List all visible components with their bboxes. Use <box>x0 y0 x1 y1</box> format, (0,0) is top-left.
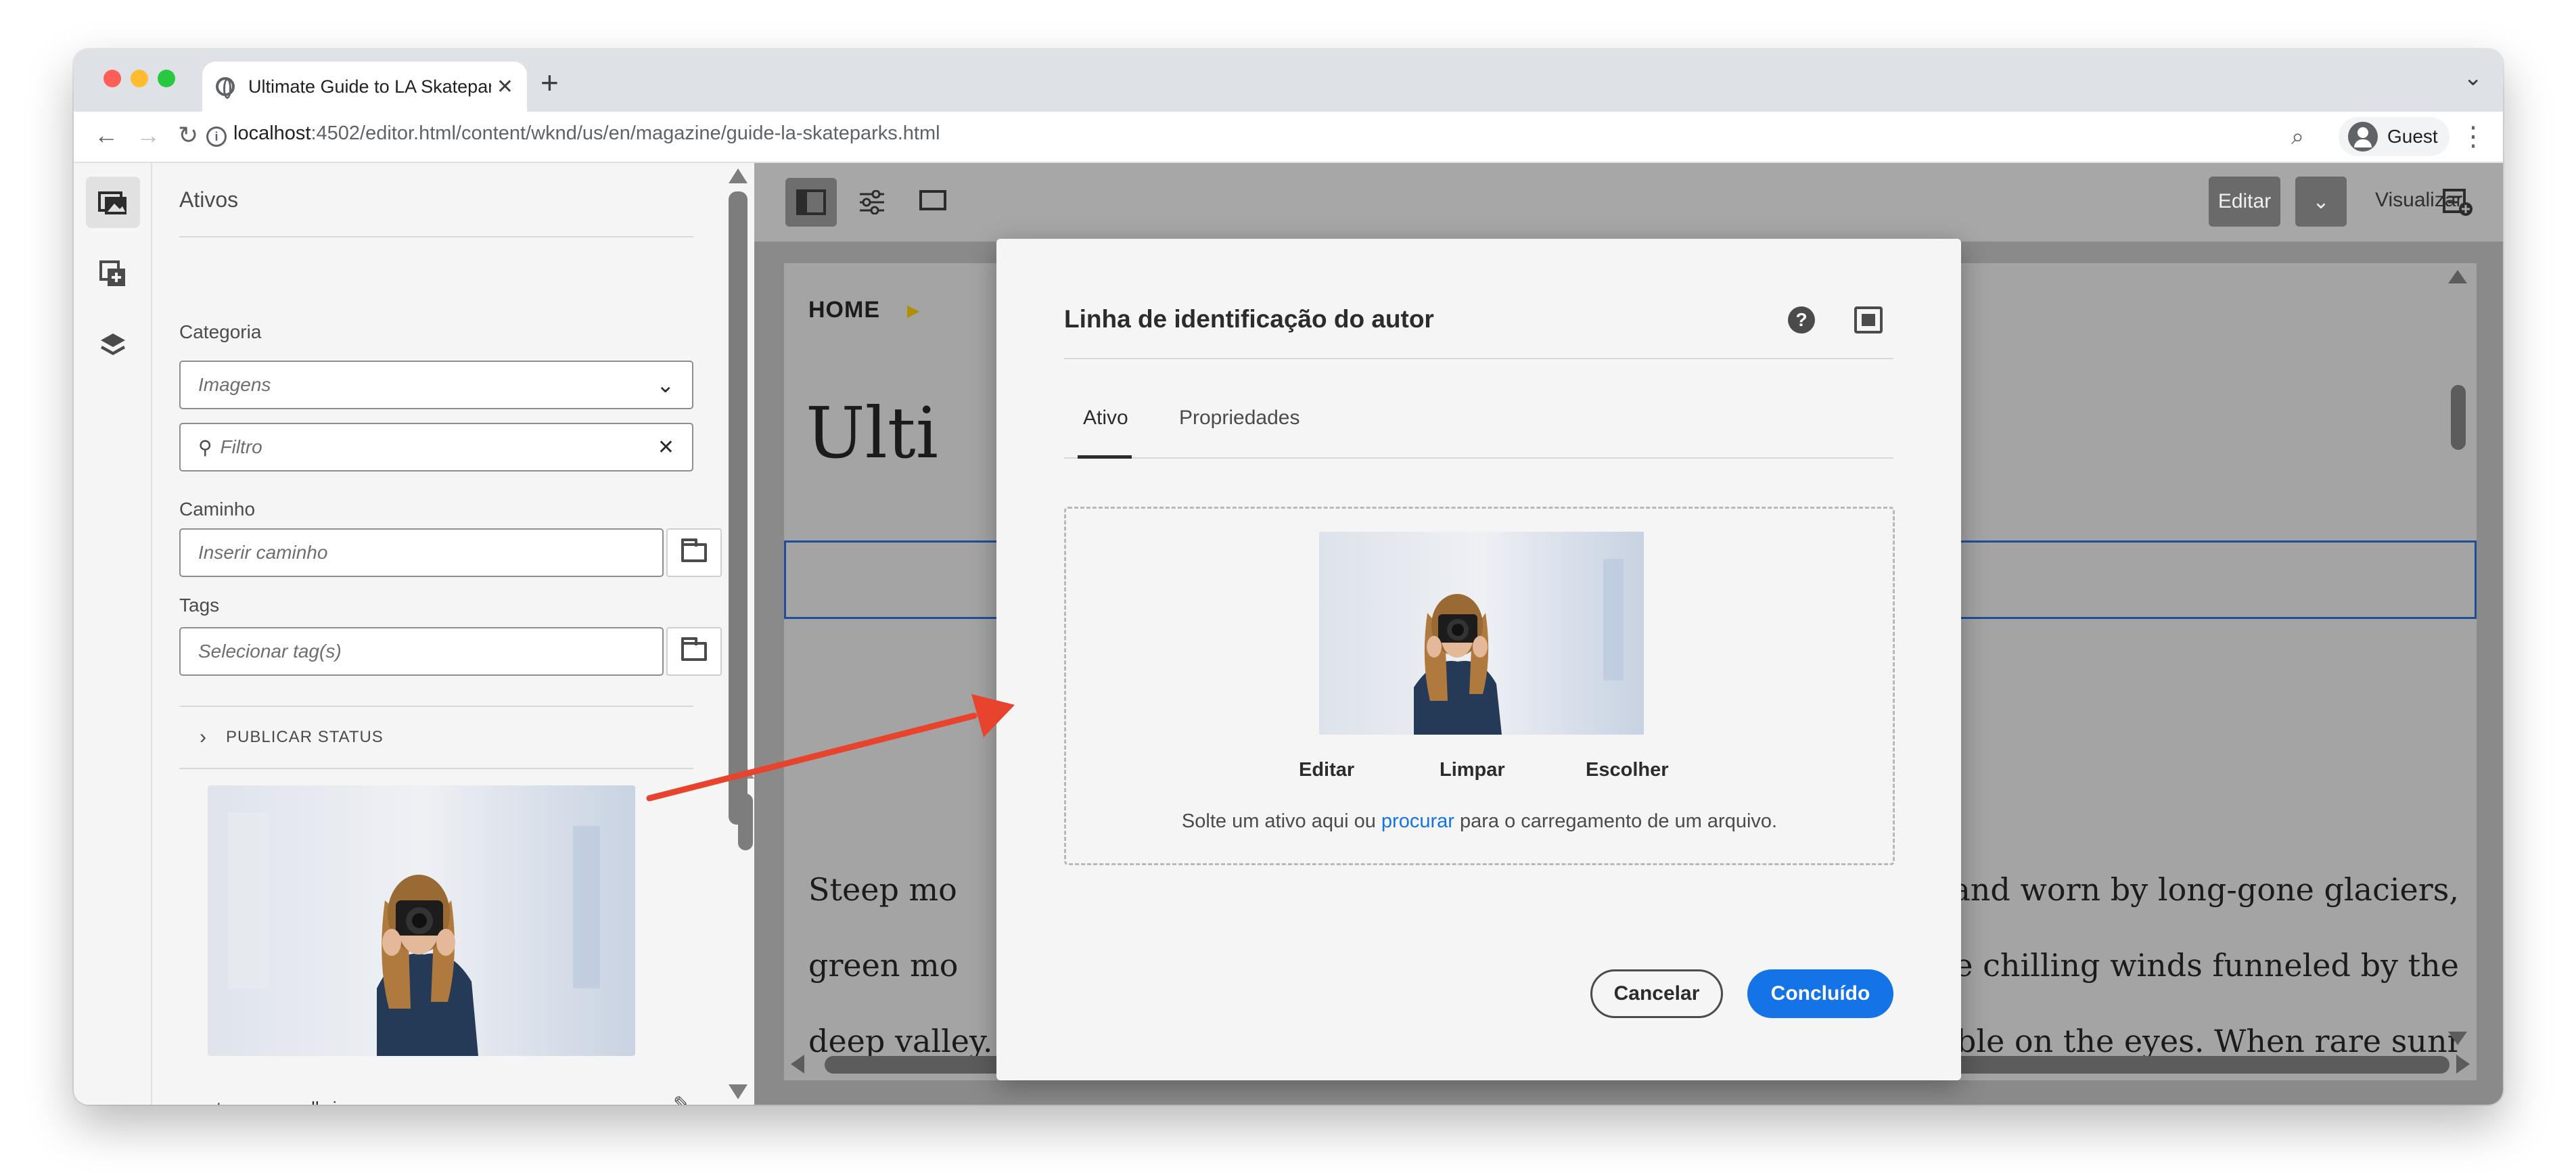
path-input[interactable]: Inserir caminho <box>179 528 664 577</box>
chevron-down-icon: ⌄ <box>656 373 674 397</box>
annotations-icon[interactable] <box>2443 187 2474 221</box>
clear-asset-button[interactable]: Limpar <box>1440 759 1505 781</box>
clear-icon[interactable]: ✕ <box>658 436 674 459</box>
publish-status-label: PUBLICAR STATUS <box>226 728 384 746</box>
divider <box>1064 358 1893 359</box>
editor-toolbar: Editar ⌄ Visualizar <box>754 163 2503 242</box>
edit-mode-button[interactable]: Editar <box>2209 177 2280 227</box>
tab-close-icon[interactable]: ✕ <box>497 75 513 99</box>
folder-icon <box>681 538 707 562</box>
url-host: localhost <box>233 122 311 144</box>
tab-title: Ultimate Guide to LA Skateparks <box>248 76 491 97</box>
drop-text-before: Solte um ativo aqui ou <box>1181 810 1381 832</box>
globe-icon <box>216 77 235 99</box>
dropzone-instructions: Solte um ativo aqui ou procurar para o c… <box>1066 810 1893 833</box>
minimize-window-button[interactable] <box>131 70 148 87</box>
assets-icon[interactable] <box>86 177 140 228</box>
choose-asset-button[interactable]: Escolher <box>1586 759 1669 781</box>
drop-text-after: para o carregamento de um arquivo. <box>1454 810 1778 832</box>
tab-strip: Ultimate Guide to LA Skateparks ✕ + ⌄ <box>74 49 2503 112</box>
search-icon: ⚲ <box>198 436 212 458</box>
breadcrumb[interactable]: HOME <box>808 297 880 323</box>
page-title: Ulti <box>806 392 938 474</box>
author-byline-dialog: Linha de identificação do autor ? Ativo … <box>996 239 1961 1080</box>
active-tab-indicator <box>1078 455 1132 459</box>
breadcrumb-arrow-icon: ▶ <box>907 302 920 320</box>
path-placeholder: Inserir caminho <box>198 542 328 563</box>
maximize-window-button[interactable] <box>158 70 175 87</box>
category-select[interactable]: Imagens ⌄ <box>179 361 693 409</box>
forward-icon[interactable]: → <box>136 121 160 150</box>
path-browse-button[interactable] <box>666 528 722 577</box>
more-menu-icon[interactable]: ⋮ <box>2460 121 2487 152</box>
site-info-icon[interactable]: i <box>206 127 227 147</box>
page-properties-icon[interactable] <box>846 178 898 227</box>
canvas-vertical-scrollbar[interactable] <box>2451 385 2466 450</box>
toggle-side-panel-button[interactable] <box>785 178 837 227</box>
tags-browse-button[interactable] <box>666 627 722 676</box>
dialog-title: Linha de identificação do autor <box>1064 305 1434 333</box>
tab-ativo[interactable]: Ativo <box>1083 407 1128 430</box>
fullscreen-icon[interactable] <box>1854 306 1883 334</box>
publish-status-toggle[interactable]: › PUBLICAR STATUS <box>179 706 693 769</box>
side-rail <box>74 163 152 1105</box>
profile-label: Guest <box>2387 126 2438 147</box>
layers-icon[interactable] <box>86 319 140 370</box>
reload-icon[interactable]: ↻ <box>178 121 198 150</box>
scroll-left-arrow[interactable] <box>791 1055 804 1074</box>
folder-icon <box>681 637 707 661</box>
category-label: Categoria <box>179 321 262 342</box>
filter-input[interactable]: ⚲ Filtro ✕ <box>179 423 693 472</box>
divider <box>1064 457 1893 459</box>
close-window-button[interactable] <box>104 70 121 87</box>
browse-link[interactable]: procurar <box>1381 810 1454 832</box>
url-field[interactable]: localhost:4502/editor.html/content/wknd/… <box>233 122 940 145</box>
address-bar: ← → ↻ i localhost:4502/editor.html/conte… <box>74 112 2503 163</box>
panel-scroll-down-arrow[interactable] <box>729 1084 748 1099</box>
edit-pencil-icon[interactable]: ✎ <box>673 1092 690 1105</box>
tags-label: Tags <box>179 595 220 616</box>
edit-asset-button[interactable]: Editar <box>1299 759 1354 781</box>
canvas-scroll-up-arrow[interactable] <box>2448 270 2467 283</box>
back-icon[interactable]: ← <box>94 121 118 150</box>
tab-propriedades[interactable]: Propriedades <box>1179 407 1300 430</box>
article-line-start: Steep mo <box>808 871 957 908</box>
components-icon[interactable] <box>86 248 140 300</box>
category-value: Imagens <box>198 374 271 395</box>
path-label: Caminho <box>179 499 256 520</box>
mode-dropdown-button[interactable]: ⌄ <box>2295 177 2347 227</box>
cancel-button[interactable]: Cancelar <box>1590 969 1723 1018</box>
profile-button[interactable]: Guest <box>2339 117 2450 156</box>
asset-preview-image <box>1319 532 1644 735</box>
done-button[interactable]: Concluído <box>1747 969 1893 1018</box>
article-line-start: green mo <box>808 947 959 984</box>
filter-placeholder: Filtro <box>220 436 262 457</box>
assets-panel: Ativos Categoria Imagens ⌄ ⚲ Filtro ✕ Ca… <box>152 163 754 1105</box>
asset-dropzone[interactable]: Editar Limpar Escolher Solte um ativo aq… <box>1064 507 1895 865</box>
tab-search-chevron-icon[interactable]: ⌄ <box>2464 64 2483 91</box>
divider <box>179 236 693 237</box>
panel-scroll-up-arrow[interactable] <box>729 168 748 183</box>
scroll-right-arrow[interactable] <box>2456 1055 2470 1074</box>
tags-placeholder: Selecionar tag(s) <box>198 641 342 662</box>
tags-input[interactable]: Selecionar tag(s) <box>179 627 664 676</box>
panel-scrollbar[interactable] <box>729 191 748 825</box>
asset-thumbnail[interactable] <box>208 785 635 1056</box>
emulator-icon[interactable] <box>907 178 959 227</box>
browser-window: Ultimate Guide to LA Skateparks ✕ + ⌄ ← … <box>74 49 2503 1105</box>
browser-tab[interactable]: Ultimate Guide to LA Skateparks ✕ <box>202 62 527 112</box>
url-path: :4502/editor.html/content/wknd/us/en/mag… <box>310 122 940 144</box>
canvas-scroll-down-arrow[interactable] <box>2448 1032 2467 1045</box>
chevron-right-icon: › <box>200 726 207 748</box>
panel-title: Ativos <box>179 187 239 212</box>
help-icon[interactable]: ? <box>1788 306 1815 334</box>
new-tab-button[interactable]: + <box>540 64 559 101</box>
zoom-icon[interactable]: ⌕ <box>2291 124 2304 150</box>
avatar-icon <box>2348 122 2378 152</box>
asset-filename: stacey-roswells.jpg <box>208 1098 356 1105</box>
